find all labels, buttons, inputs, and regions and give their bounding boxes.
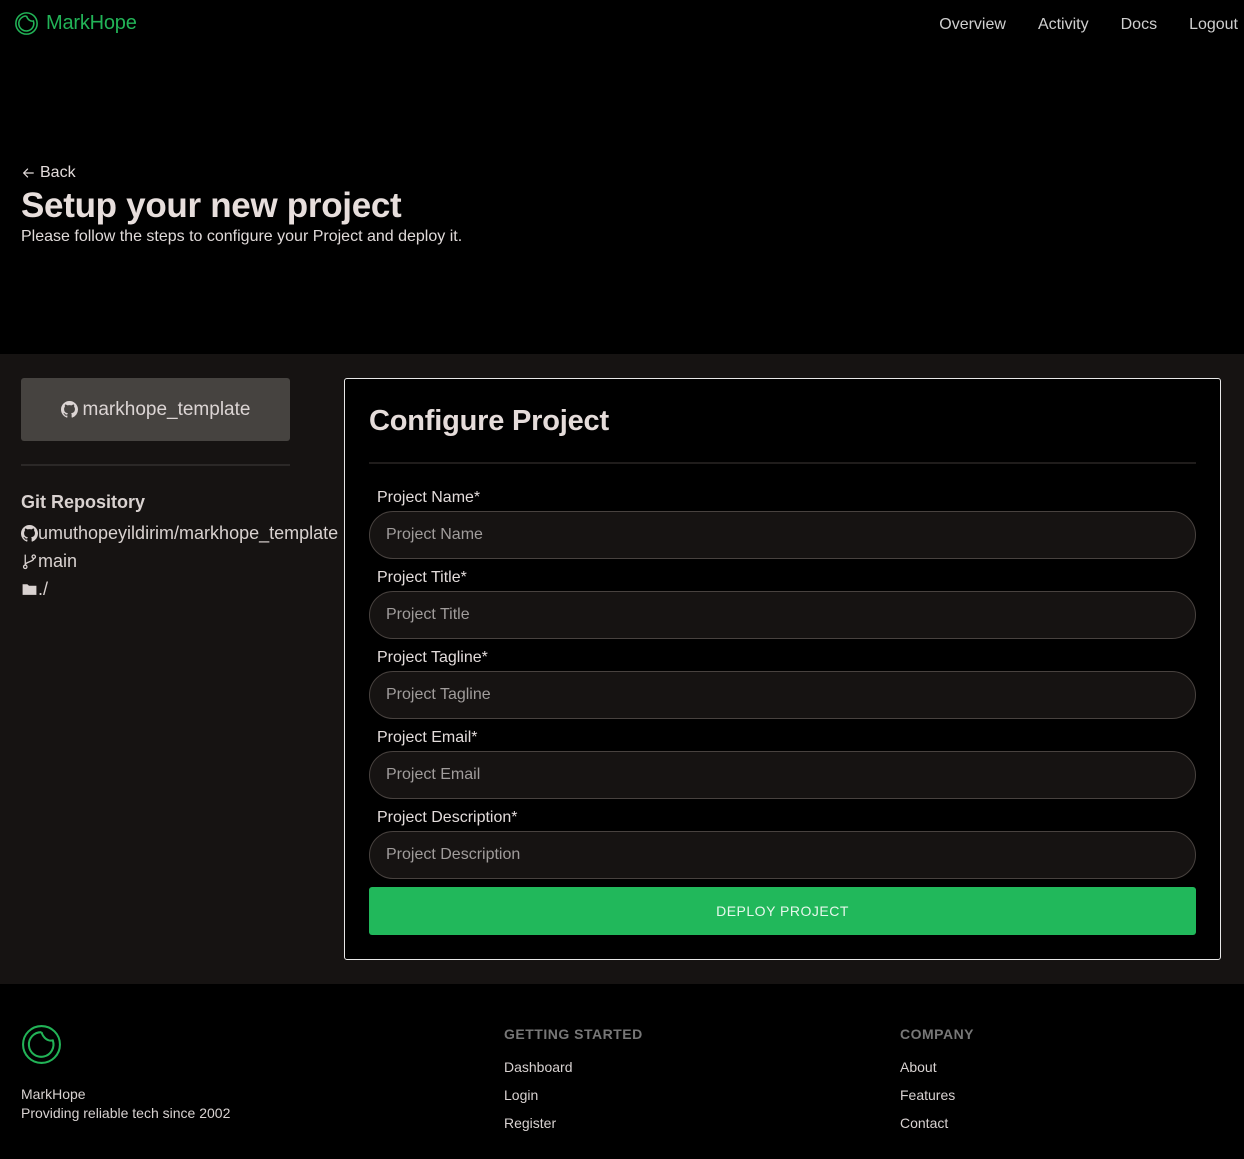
configure-project-card: Configure Project Project Name* Project … xyxy=(344,378,1221,960)
branch-row: main xyxy=(21,547,338,575)
markhope-logo-icon xyxy=(15,12,38,35)
page-header: Back Setup your new project Please follo… xyxy=(21,164,462,246)
project-tagline-input[interactable] xyxy=(369,671,1196,719)
project-title-label: Project Title* xyxy=(377,569,467,586)
branch-name: main xyxy=(38,550,78,571)
repo-button[interactable]: markhope_template xyxy=(21,378,290,441)
field-project-name: Project Name* xyxy=(369,489,1196,569)
footer-brand-name: MarkHope xyxy=(21,1086,86,1102)
project-description-label: Project Description* xyxy=(377,809,518,826)
project-tagline-label: Project Tagline* xyxy=(377,649,488,666)
brand-home-link[interactable]: MarkHope xyxy=(14,11,137,36)
footer-tagline: Providing reliable tech since 2002 xyxy=(21,1105,231,1121)
project-title-input[interactable] xyxy=(369,591,1196,639)
arrow-left-icon xyxy=(23,168,34,178)
project-name-label: Project Name* xyxy=(377,489,481,506)
page-subtitle: Please follow the steps to configure you… xyxy=(21,228,463,245)
page-title: Setup your new project xyxy=(21,186,402,225)
back-label: Back xyxy=(40,164,76,181)
configure-project-form: Project Name* Project Title* Project Tag… xyxy=(369,489,1196,935)
card-divider xyxy=(369,462,1196,464)
nav-link-docs[interactable]: Docs xyxy=(1121,16,1157,34)
git-branch-icon xyxy=(22,553,37,569)
deploy-project-button[interactable]: DEPLOY PROJECT xyxy=(369,887,1196,935)
footer-link-contact[interactable]: Contact xyxy=(900,1115,974,1132)
repo-full-name-row: umuthopeyildirim/markhope_template xyxy=(21,519,338,547)
footer: MarkHope Providing reliable tech since 2… xyxy=(0,984,1244,1159)
left-divider xyxy=(21,464,290,466)
footer-link-register[interactable]: Register xyxy=(504,1115,643,1132)
field-project-email: Project Email* xyxy=(369,729,1196,809)
top-nav: MarkHope Overview Activity Docs Logout xyxy=(0,0,1244,50)
field-project-tagline: Project Tagline* xyxy=(369,649,1196,729)
project-email-input[interactable] xyxy=(369,751,1196,799)
github-icon xyxy=(60,401,78,418)
git-repository-heading: Git Repository xyxy=(21,492,146,512)
card-title: Configure Project xyxy=(369,405,609,437)
project-name-input[interactable] xyxy=(369,511,1196,559)
nav-link-activity[interactable]: Activity xyxy=(1038,16,1089,34)
footer-link-about[interactable]: About xyxy=(900,1059,974,1076)
git-repository-info: Git Repository umuthopeyildirim/markhope… xyxy=(21,492,338,603)
repo-full-name: umuthopeyildirim/markhope_template xyxy=(38,522,339,543)
footer-link-dashboard[interactable]: Dashboard xyxy=(504,1059,643,1076)
footer-link-features[interactable]: Features xyxy=(900,1087,974,1104)
root-dir: ./ xyxy=(38,578,49,599)
field-project-title: Project Title* xyxy=(369,569,1196,649)
footer-col-getting-started: GETTING STARTED Dashboard Login Register xyxy=(504,1026,643,1143)
markhope-logo-icon xyxy=(22,1025,61,1064)
footer-col-company: COMPANY About Features Contact xyxy=(900,1026,974,1143)
nav-links: Overview Activity Docs Logout xyxy=(939,16,1238,34)
field-project-description: Project Description* xyxy=(369,809,1196,889)
folder-icon xyxy=(22,583,37,595)
nav-link-overview[interactable]: Overview xyxy=(939,16,1006,34)
nav-link-logout[interactable]: Logout xyxy=(1189,16,1238,34)
project-email-label: Project Email* xyxy=(377,729,478,746)
brand-name: MarkHope xyxy=(46,12,137,34)
footer-brand: MarkHope Providing reliable tech since 2… xyxy=(21,1024,230,1121)
footer-col-title: COMPANY xyxy=(900,1026,975,1042)
footer-col-title: GETTING STARTED xyxy=(504,1026,643,1042)
main-section: markhope_template Git Repository umuthop… xyxy=(0,354,1244,984)
footer-link-login[interactable]: Login xyxy=(504,1087,643,1104)
github-icon xyxy=(21,524,38,542)
repo-button-label: markhope_template xyxy=(82,398,251,420)
root-dir-row: ./ xyxy=(21,575,338,603)
project-description-input[interactable] xyxy=(369,831,1196,879)
back-link[interactable]: Back xyxy=(21,164,462,182)
